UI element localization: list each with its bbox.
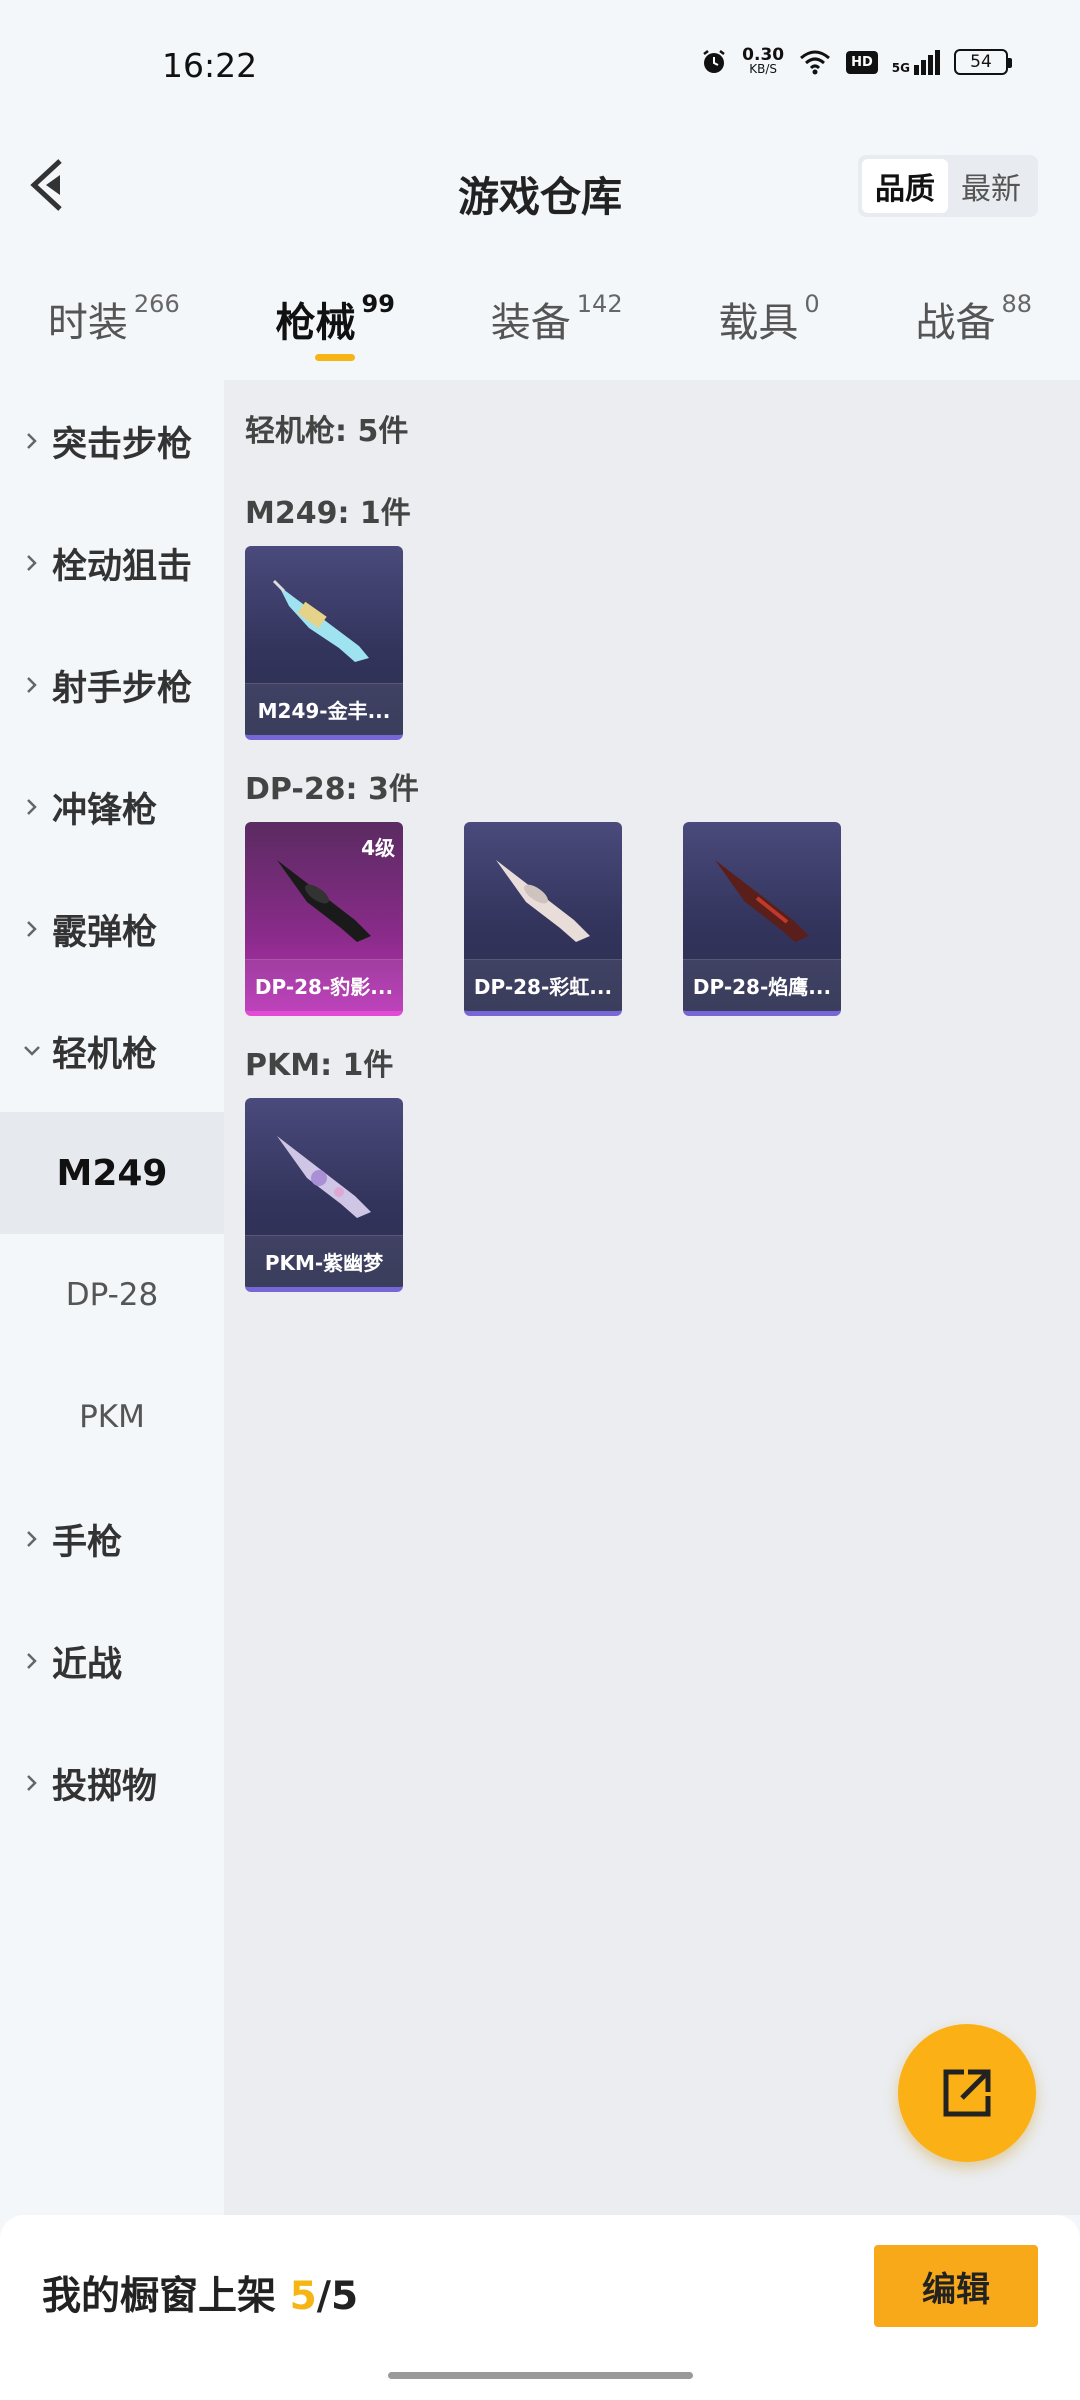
status-time: 16:22	[162, 46, 258, 85]
tab-label: 装备	[490, 300, 571, 346]
edit-button[interactable]: 编辑	[874, 2245, 1038, 2327]
tab-count: 142	[576, 290, 623, 318]
weapon-card-name: DP-28-焰鹰...	[683, 959, 841, 1011]
chevron-right-icon	[27, 1653, 37, 1669]
sidebar-item-throwables[interactable]: 投掷物	[0, 1722, 224, 1844]
battery-icon: 54	[954, 49, 1012, 75]
net-speed: 0.30 KB/S	[742, 45, 785, 77]
sidebar-item-smg[interactable]: 冲锋枪	[0, 746, 224, 868]
sidebar-item-shotgun[interactable]: 霰弹枪	[0, 868, 224, 990]
chevron-right-icon	[27, 921, 37, 937]
sidebar-item-label: 冲锋枪	[52, 790, 158, 831]
chevron-right-icon	[27, 1531, 37, 1547]
header: 游戏仓库 品质 最新	[0, 115, 1080, 260]
tab-label: 枪械	[275, 300, 356, 346]
tab-count: 99	[361, 290, 395, 318]
weapon-card[interactable]: PKM-紫幽梦	[245, 1098, 403, 1292]
weapon-card[interactable]: DP-28-焰鹰...	[683, 822, 841, 1016]
showcase-status: 我的橱窗上架 5/5	[42, 2265, 358, 2321]
tab-equipment[interactable]: 装备 142	[491, 290, 623, 348]
network-type: 5G	[891, 60, 910, 75]
sidebar-item-marksman-rifle[interactable]: 射手步枪	[0, 624, 224, 746]
showcase-label: 我的橱窗上架	[42, 2274, 290, 2319]
weapon-card[interactable]: DP-28-彩虹...	[464, 822, 622, 1016]
tab-count: 266	[133, 290, 180, 318]
sidebar-item-assault-rifle[interactable]: 突击步枪	[0, 380, 224, 502]
share-fab-button[interactable]	[898, 2024, 1036, 2162]
net-speed-value: 0.30	[742, 45, 785, 65]
tab-active-indicator	[315, 354, 356, 361]
chevron-right-icon	[27, 799, 37, 815]
battery-level: 54	[970, 52, 992, 72]
tab-label: 战备	[915, 300, 996, 346]
sidebar-subitem-pkm[interactable]: PKM	[0, 1356, 224, 1478]
sort-quality-button[interactable]: 品质	[862, 159, 948, 213]
share-external-icon	[943, 2069, 991, 2117]
hd-badge: HD	[846, 50, 878, 74]
sidebar-item-pistol[interactable]: 手枪	[0, 1478, 224, 1600]
sort-newest-button[interactable]: 最新	[948, 159, 1034, 213]
chevron-right-icon	[27, 677, 37, 693]
alarm-icon	[703, 50, 725, 73]
group-title-dp28: DP-28: 3件	[245, 772, 419, 807]
net-speed-unit: KB/S	[749, 62, 778, 76]
sidebar-item-label: 手枪	[52, 1522, 123, 1563]
chevron-right-icon	[27, 555, 37, 571]
sidebar-item-label: 轻机枪	[52, 1034, 158, 1075]
bottom-bar: 我的橱窗上架 5/5 编辑	[0, 2215, 1080, 2400]
tab-label: 载具	[718, 300, 799, 346]
showcase-total: /5	[316, 2274, 359, 2319]
chevron-right-icon	[27, 433, 37, 449]
chevron-down-icon	[24, 1046, 40, 1056]
weapon-level-badge: 4级	[361, 836, 395, 860]
category-tabs: 时装 266 枪械 99 装备 142 载具 0 战备 88	[0, 260, 1080, 380]
tab-firearms[interactable]: 枪械 99	[275, 290, 395, 361]
status-icons: 0.30 KB/S HD 5G 54	[700, 45, 1012, 77]
tab-count: 88	[1001, 290, 1033, 318]
weapon-card-name: PKM-紫幽梦	[245, 1235, 403, 1287]
group-title-m249: M249: 1件	[245, 496, 411, 531]
weapon-card-name: DP-28-豹影...	[245, 959, 403, 1011]
sidebar-subitem-m249[interactable]: M249	[0, 1112, 224, 1234]
sidebar-item-melee[interactable]: 近战	[0, 1600, 224, 1722]
sidebar-item-label: 射手步枪	[52, 668, 193, 709]
weapon-card-name: DP-28-彩虹...	[464, 959, 622, 1011]
sidebar-subitem-dp28[interactable]: DP-28	[0, 1234, 224, 1356]
sidebar-item-label: 投掷物	[52, 1766, 158, 1807]
sidebar-item-bolt-sniper[interactable]: 栓动狙击	[0, 502, 224, 624]
tab-label: 时装	[47, 300, 128, 346]
status-bar: 16:22 0.30 KB/S HD 5G 54	[0, 0, 1080, 115]
tab-count: 0	[804, 290, 820, 318]
dp28-gun-icon	[496, 860, 590, 942]
sidebar-item-lmg[interactable]: 轻机枪	[0, 990, 224, 1112]
sidebar-item-label: 近战	[52, 1644, 123, 1685]
weapon-card[interactable]: M249-金丰...	[245, 546, 403, 740]
sidebar-item-label: 突击步枪	[52, 424, 193, 465]
weapon-category-sidebar: 突击步枪 栓动狙击 射手步枪 冲锋枪 霰弹枪 轻机枪 M249 DP-28 PK…	[0, 380, 224, 2215]
chevron-right-icon	[27, 1775, 37, 1791]
sidebar-item-label: 栓动狙击	[52, 546, 193, 587]
group-title-pkm: PKM: 1件	[245, 1048, 394, 1083]
weapon-card[interactable]: 4级 DP-28-豹影...	[245, 822, 403, 1016]
dp28-gun-icon	[715, 860, 809, 942]
weapon-card-name: M249-金丰...	[245, 683, 403, 735]
tab-combat-gear[interactable]: 战备 88	[916, 290, 1033, 348]
showcase-count: 5	[289, 2274, 317, 2319]
sort-toggle: 品质 最新	[858, 155, 1038, 217]
tab-fashion[interactable]: 时装 266	[48, 290, 180, 348]
wifi-icon	[800, 50, 831, 75]
m249-gun-icon	[272, 579, 369, 662]
weapon-content-panel: 轻机枪: 5件 M249: 1件 M249-金丰... DP-28: 3件 4级…	[224, 380, 1080, 2215]
pkm-gun-icon	[277, 1136, 371, 1218]
category-total: 轻机枪: 5件	[245, 414, 409, 449]
home-indicator[interactable]	[388, 2372, 693, 2379]
sidebar-item-label: 霰弹枪	[52, 912, 158, 953]
signal-icon: 5G	[891, 49, 940, 75]
tab-vehicles[interactable]: 载具 0	[718, 290, 819, 348]
